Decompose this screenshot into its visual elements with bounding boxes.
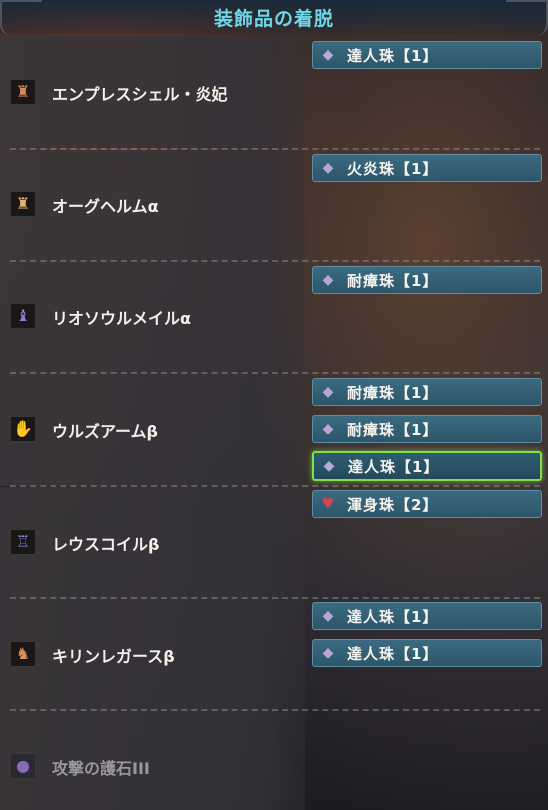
gem-lv1-icon: ◆ <box>323 458 335 474</box>
decoration-label: 達人珠【1】 <box>347 46 439 65</box>
equipment-name: キリンレガースβ <box>52 647 175 666</box>
decoration-slot[interactable]: ◆ 火炎珠【1】 <box>312 154 542 182</box>
equipment-row-charm[interactable] <box>0 711 305 810</box>
decoration-slot[interactable]: ◆ 耐瘴珠【1】 <box>312 415 542 443</box>
decoration-label: 耐瘴珠【1】 <box>347 420 439 439</box>
decoration-slot[interactable]: ◆ 達人珠【1】 <box>312 639 542 667</box>
decoration-label: 耐瘴珠【1】 <box>347 271 439 290</box>
equipment-name: レウスコイルβ <box>52 535 160 554</box>
equipment-name: リオソウルメイルα <box>52 309 191 328</box>
decoration-label: 達人珠【1】 <box>348 457 440 476</box>
equipment-name: ウルズアームβ <box>52 422 159 441</box>
decoration-label: 火炎珠【1】 <box>347 159 439 178</box>
decoration-label: 達人珠【1】 <box>347 607 439 626</box>
gem-lv1-icon: ◆ <box>322 160 334 176</box>
page-title: 装飾品の着脱 <box>213 8 334 30</box>
decoration-slot[interactable]: ◆ 耐瘴珠【1】 <box>312 378 542 406</box>
decoration-slot[interactable]: ◆ 達人珠【1】 <box>312 602 542 630</box>
helm-icon: ♜ <box>10 191 36 217</box>
waist-icon: ♖ <box>10 529 36 555</box>
arm-icon: ✋ <box>10 416 36 442</box>
gem-lv1-icon: ◆ <box>322 421 334 437</box>
leg-icon: ♞ <box>10 641 36 667</box>
gem-lv1-icon: ◆ <box>322 384 334 400</box>
decoration-label: 達人珠【1】 <box>347 644 439 663</box>
helm-icon: ♜ <box>10 79 36 105</box>
decoration-slot[interactable]: ♥ 渾身珠【2】 <box>312 490 542 518</box>
decoration-slot-selected[interactable]: ◆ 達人珠【1】 <box>312 451 542 481</box>
gem-lv1-icon: ◆ <box>322 47 334 63</box>
gem-lv2-icon: ♥ <box>321 496 335 512</box>
gem-lv1-icon: ◆ <box>322 608 334 624</box>
equipment-name: 攻撃の護石III <box>52 759 150 778</box>
decoration-slot[interactable]: ◆ 達人珠【1】 <box>312 41 542 69</box>
chest-icon: ♝ <box>10 303 36 329</box>
gem-lv1-icon: ◆ <box>322 645 334 661</box>
decoration-slot[interactable]: ◆ 耐瘴珠【1】 <box>312 266 542 294</box>
equipment-name: オーグヘルムα <box>52 197 159 216</box>
decoration-label: 耐瘴珠【1】 <box>347 383 439 402</box>
charm-icon: ● <box>10 753 36 779</box>
equipment-name: エンプレスシェル・炎妃 <box>52 85 228 104</box>
gem-lv1-icon: ◆ <box>322 272 334 288</box>
decoration-label: 渾身珠【2】 <box>347 495 439 514</box>
